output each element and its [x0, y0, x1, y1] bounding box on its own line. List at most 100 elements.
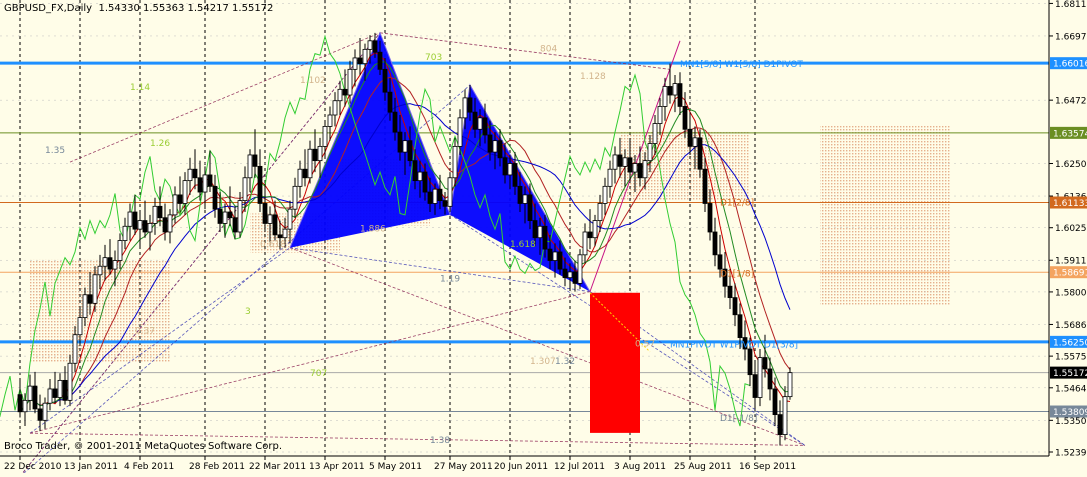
candle-body-103 [532, 220, 538, 239]
candle-body-111 [572, 271, 578, 284]
time-tick-label-7: 27 May 2011 [434, 462, 493, 472]
candle-body-90 [467, 97, 473, 113]
candle-0 [17, 378, 23, 418]
candle-body-34 [187, 168, 193, 182]
candle-body-99 [512, 163, 518, 187]
candle-7 [52, 371, 58, 404]
price-tag-label-3: 1.58691 [1053, 269, 1087, 279]
candle-body-151 [772, 388, 778, 416]
candle-body-115 [592, 220, 598, 239]
candle-152 [777, 400, 783, 446]
candle-2 [27, 374, 33, 411]
candle-body-78 [407, 140, 413, 162]
candle-128 [657, 97, 663, 135]
candle-body-106 [547, 248, 553, 261]
candle-25 [142, 200, 148, 238]
candle-body-28 [157, 205, 163, 219]
candle-body-135 [692, 137, 698, 147]
candle-body-65 [342, 88, 348, 96]
candle-body-35 [192, 168, 198, 179]
candle-body-40 [217, 208, 223, 224]
candle-body-61 [322, 126, 328, 147]
candle-body-121 [622, 157, 628, 167]
candle-body-117 [602, 185, 608, 204]
candle-body-94 [487, 134, 493, 153]
candle-body-150 [767, 368, 773, 390]
candle-body-16 [97, 265, 103, 276]
ratio-label-3: 1.102 [300, 76, 326, 86]
candle-body-7 [52, 388, 58, 398]
ratio-label-16: 707 [310, 369, 327, 379]
candle-body-148 [757, 357, 763, 398]
candle-body-128 [657, 106, 663, 124]
candle-body-3 [32, 385, 38, 410]
candle-148 [757, 348, 763, 407]
candle-body-77 [402, 140, 408, 153]
candle-body-123 [632, 163, 638, 173]
time-tick-label-2: 4 Feb 2011 [124, 462, 174, 472]
price-chart: 1.14 1.26 1.35 1.102 703 804 1.128 1.886 1.618 0.… [0, 0, 1087, 477]
level-label-1: MN1PIVOT W1PIVOT D1[3/8] [670, 341, 798, 351]
candle-body-55 [292, 185, 298, 210]
candle-64 [337, 80, 343, 115]
level-label-2: D1[2/8] [720, 198, 754, 208]
candle-112 [577, 249, 583, 290]
candle-47 [252, 129, 258, 178]
price-tag-label-6: 1.53809 [1053, 408, 1087, 418]
candle-29 [162, 203, 168, 241]
candle-body-120 [617, 154, 623, 167]
price-tick-label-9: 1.55750 [1055, 353, 1087, 363]
candle-body-44 [237, 200, 243, 233]
candle-body-22 [127, 211, 133, 227]
target-zone-box [590, 292, 640, 433]
ratio-label-6: 1.128 [580, 72, 606, 82]
candle-body-139 [712, 231, 718, 256]
candle-body-137 [702, 168, 708, 204]
candle-body-10 [67, 362, 73, 401]
candle-body-140 [717, 254, 723, 270]
candle-body-134 [687, 128, 693, 147]
candle-body-26 [147, 223, 153, 233]
candle-body-105 [542, 225, 548, 250]
candle-body-68 [357, 57, 363, 65]
candle-body-37 [202, 174, 208, 193]
ratio-label-1: 1.26 [150, 139, 170, 149]
candle-body-89 [462, 97, 468, 119]
candle-119 [612, 146, 618, 184]
ratio-label-15: 0.57 [635, 340, 655, 350]
candle-body-53 [282, 228, 288, 239]
candle-61 [322, 120, 328, 158]
candle-body-23 [132, 211, 138, 230]
harmonic-triangle-0 [290, 32, 450, 248]
candle-body-9 [62, 379, 68, 401]
candle-body-154 [787, 372, 793, 398]
candle-body-83 [432, 188, 438, 204]
ratio-label-5: 804 [540, 44, 557, 54]
candle-body-116 [597, 203, 603, 221]
candle-body-13 [82, 294, 88, 319]
time-tick-label-11: 25 Aug 2011 [674, 462, 732, 472]
candle-body-52 [277, 234, 283, 239]
price-tick-label-7: 1.58000 [1055, 288, 1087, 298]
candle-body-12 [77, 317, 83, 336]
candle-body-79 [412, 160, 418, 182]
candle-body-48 [257, 165, 263, 204]
candle-body-60 [317, 145, 323, 162]
candle-body-109 [562, 268, 568, 279]
candle-body-92 [477, 117, 483, 130]
candle-body-86 [447, 177, 453, 207]
level-label-4: D1[-1/8] [720, 414, 757, 424]
candle-body-144 [737, 314, 743, 338]
candle-63 [332, 92, 338, 127]
time-tick-label-10: 3 Aug 2011 [614, 462, 666, 472]
price-tick-label-12: 1.52390 [1055, 449, 1087, 459]
candle-147 [752, 360, 758, 409]
candle-151 [772, 377, 778, 427]
candle-body-41 [222, 211, 228, 224]
candle-139 [712, 217, 718, 267]
candle-body-38 [207, 174, 213, 187]
candle-body-126 [647, 143, 653, 162]
candle-31 [172, 186, 178, 224]
candle-body-113 [582, 231, 588, 256]
price-tick-label-3: 1.62500 [1055, 160, 1087, 170]
